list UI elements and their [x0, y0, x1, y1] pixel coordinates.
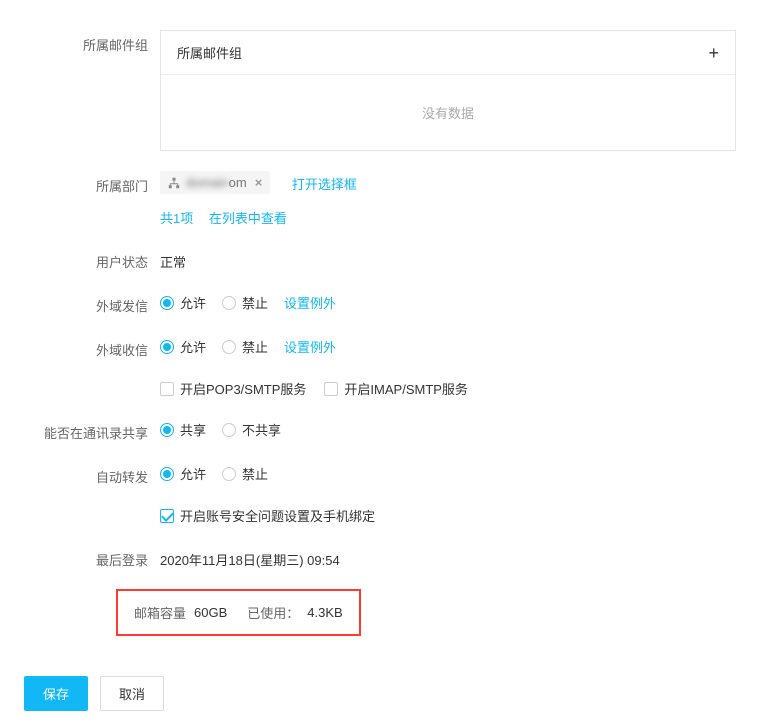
radio-icon — [222, 423, 236, 437]
last-login-value: 2020年11月18日(星期三) 09:54 — [160, 545, 736, 569]
department-tag-blurred: domain — [186, 175, 229, 190]
user-status-label: 用户状态 — [40, 247, 160, 271]
addressbook-share-label: 能否在通讯录共享 — [40, 418, 160, 442]
capacity-used-label: 已使用： — [247, 603, 299, 622]
auto-forward-forbid-label: 禁止 — [242, 464, 268, 483]
department-tag-suffix: om — [229, 175, 247, 190]
department-tag: domain om × — [160, 171, 270, 194]
security-bind-checkbox[interactable]: 开启账号安全问题设置及手机绑定 — [160, 506, 375, 525]
org-icon — [168, 177, 180, 189]
external-send-allow-radio[interactable]: 允许 — [160, 293, 206, 312]
mail-group-box: 所属邮件组 + 没有数据 — [160, 30, 736, 151]
radio-icon — [160, 467, 174, 481]
imap-smtp-checkbox[interactable]: 开启IMAP/SMTP服务 — [324, 379, 468, 398]
open-selector-link[interactable]: 打开选择框 — [292, 177, 357, 192]
capacity-highlight-box: 邮箱容量 60GB 已使用： 4.3KB — [116, 589, 361, 636]
external-send-label: 外域发信 — [40, 291, 160, 315]
add-mail-group-icon[interactable]: + — [708, 44, 719, 62]
checkbox-icon — [160, 382, 174, 396]
checkbox-icon — [324, 382, 338, 396]
external-receive-allow-label: 允许 — [180, 337, 206, 356]
external-send-exception-link[interactable]: 设置例外 — [284, 293, 336, 312]
pop3-smtp-checkbox[interactable]: 开启POP3/SMTP服务 — [160, 379, 306, 398]
save-button[interactable]: 保存 — [24, 676, 88, 711]
mail-group-header-text: 所属邮件组 — [177, 43, 242, 62]
radio-icon — [160, 340, 174, 354]
external-receive-forbid-radio[interactable]: 禁止 — [222, 337, 268, 356]
footer-actions: 保存 取消 — [0, 662, 776, 725]
radio-icon — [222, 467, 236, 481]
security-bind-label: 开启账号安全问题设置及手机绑定 — [180, 506, 375, 525]
mail-group-empty-text: 没有数据 — [161, 75, 735, 150]
auto-forward-allow-label: 允许 — [180, 464, 206, 483]
radio-icon — [160, 296, 174, 310]
external-receive-allow-radio[interactable]: 允许 — [160, 337, 206, 356]
department-count-link[interactable]: 共1项 — [160, 211, 193, 226]
capacity-label: 邮箱容量 — [134, 603, 186, 622]
external-receive-label: 外域收信 — [40, 335, 160, 359]
capacity-total: 60GB — [194, 605, 227, 620]
external-receive-exception-link[interactable]: 设置例外 — [284, 337, 336, 356]
auto-forward-label: 自动转发 — [40, 462, 160, 486]
external-send-allow-label: 允许 — [180, 293, 206, 312]
radio-icon — [222, 296, 236, 310]
view-in-list-link[interactable]: 在列表中查看 — [209, 211, 287, 226]
last-login-label: 最后登录 — [40, 545, 160, 569]
radio-icon — [222, 340, 236, 354]
cancel-button[interactable]: 取消 — [100, 676, 164, 711]
department-label: 所属部门 — [40, 171, 160, 195]
no-share-label: 不共享 — [242, 420, 281, 439]
imap-smtp-label: 开启IMAP/SMTP服务 — [344, 379, 468, 398]
auto-forward-forbid-radio[interactable]: 禁止 — [222, 464, 268, 483]
auto-forward-allow-radio[interactable]: 允许 — [160, 464, 206, 483]
external-receive-forbid-label: 禁止 — [242, 337, 268, 356]
capacity-used-value: 4.3KB — [307, 605, 342, 620]
share-label: 共享 — [180, 420, 206, 439]
external-send-forbid-radio[interactable]: 禁止 — [222, 293, 268, 312]
pop3-smtp-label: 开启POP3/SMTP服务 — [180, 379, 306, 398]
no-share-radio[interactable]: 不共享 — [222, 420, 281, 439]
remove-department-icon[interactable]: × — [255, 175, 263, 190]
checkbox-icon — [160, 509, 174, 523]
radio-icon — [160, 423, 174, 437]
share-radio[interactable]: 共享 — [160, 420, 206, 439]
mail-group-label: 所属邮件组 — [40, 30, 160, 54]
user-status-value: 正常 — [160, 247, 736, 271]
external-send-forbid-label: 禁止 — [242, 293, 268, 312]
